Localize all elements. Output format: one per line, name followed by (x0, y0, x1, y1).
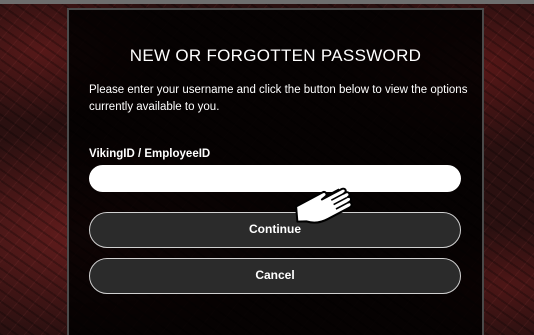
continue-button[interactable]: Continue (89, 212, 461, 248)
username-label: VikingID / EmployeeID (89, 148, 211, 160)
cancel-button[interactable]: Cancel (89, 258, 461, 294)
dialog-instructions: Please enter your username and click the… (89, 84, 468, 113)
background-image: NEW OR FORGOTTEN PASSWORD Please enter y… (0, 0, 534, 335)
password-dialog: NEW OR FORGOTTEN PASSWORD Please enter y… (67, 8, 484, 335)
hand-pointer-icon (295, 187, 353, 224)
username-input[interactable] (89, 165, 461, 192)
window-top-edge (0, 0, 534, 4)
dialog-title: NEW OR FORGOTTEN PASSWORD (129, 46, 422, 65)
